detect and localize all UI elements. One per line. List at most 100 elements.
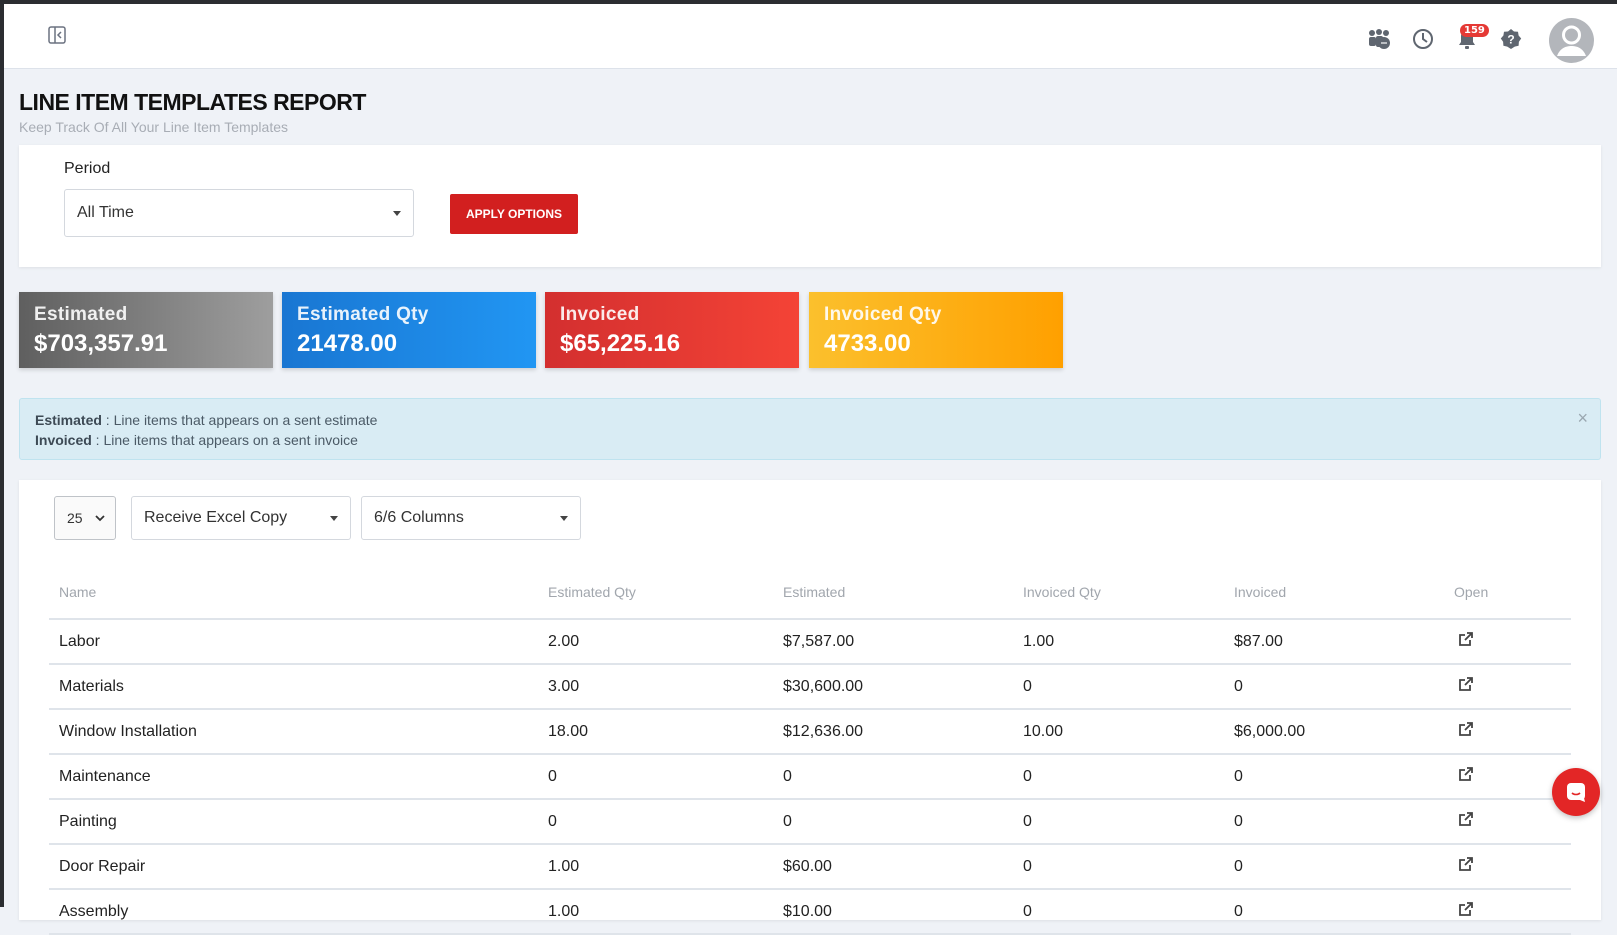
cell-estimated: 0 [783, 799, 1023, 845]
table-row: Window Installation 18.00 $12,636.00 10.00 $… [49, 709, 1571, 755]
apply-options-button[interactable]: APPLY OPTIONS [450, 194, 578, 234]
stat-value: $703,357.91 [34, 330, 168, 357]
cell-estimated-qty: 3.00 [548, 664, 783, 710]
cell-open [1454, 619, 1571, 665]
external-link-icon[interactable] [1458, 811, 1474, 832]
chat-launcher-button[interactable] [1552, 768, 1600, 816]
cell-invoiced: 0 [1234, 799, 1454, 845]
cell-name: Materials [49, 664, 548, 710]
caret-down-icon [393, 211, 401, 216]
page-size-value: 25 [67, 510, 83, 526]
clock-icon[interactable] [1410, 26, 1436, 52]
column-header-invoiced-qty[interactable]: Invoiced Qty [1023, 566, 1234, 620]
cell-estimated-qty: 2.00 [548, 619, 783, 665]
caret-down-icon [330, 516, 338, 521]
table-row: Assembly 1.00 $10.00 0 0 [49, 889, 1571, 935]
column-header-name[interactable]: Name [49, 566, 548, 620]
stat-label: Estimated Qty [297, 304, 429, 325]
excel-export-value: Receive Excel Copy [144, 509, 288, 526]
cell-invoiced: $87.00 [1234, 619, 1454, 665]
stat-card-estimated: Estimated $703,357.91 [19, 292, 273, 368]
stat-value: 21478.00 [297, 330, 398, 357]
excel-export-select[interactable]: Receive Excel Copy [131, 496, 351, 540]
external-link-icon[interactable] [1458, 676, 1474, 697]
info-term-invoiced: Invoiced [35, 432, 92, 448]
cell-estimated: $60.00 [783, 844, 1023, 890]
user-avatar[interactable] [1549, 18, 1594, 63]
column-header-invoiced[interactable]: Invoiced [1234, 566, 1454, 620]
window-left-border [0, 0, 4, 907]
stat-value: $65,225.16 [560, 330, 681, 357]
chevron-down-icon [95, 515, 105, 522]
caret-down-icon [560, 516, 568, 521]
stat-card-estimated-qty: Estimated Qty 21478.00 [282, 292, 536, 368]
info-term-estimated: Estimated [35, 412, 102, 428]
stat-value: 4733.00 [824, 330, 911, 357]
cell-estimated-qty: 0 [548, 754, 783, 800]
column-header-open: Open [1454, 566, 1571, 620]
page-subtitle: Keep Track Of All Your Line Item Templat… [19, 119, 289, 135]
stat-card-invoiced: Invoiced $65,225.16 [545, 292, 799, 368]
external-link-icon[interactable] [1458, 901, 1474, 922]
cell-invoiced: 0 [1234, 664, 1454, 710]
stat-label: Estimated [34, 304, 128, 325]
table-row: Door Repair 1.00 $60.00 0 0 [49, 844, 1571, 890]
cell-estimated: 0 [783, 754, 1023, 800]
info-text-estimated: : Line items that appears on a sent esti… [101, 412, 378, 428]
column-header-estimated-qty[interactable]: Estimated Qty [548, 566, 783, 620]
cell-open [1454, 799, 1571, 845]
cell-invoiced-qty: 0 [1023, 754, 1234, 800]
info-text-invoiced: : Line items that appears on a sent invo… [91, 432, 358, 448]
cell-open [1454, 889, 1571, 935]
cell-estimated: $12,636.00 [783, 709, 1023, 755]
cell-name: Window Installation [49, 709, 548, 755]
cell-name: Maintenance [49, 754, 548, 800]
columns-select[interactable]: 6/6 Columns [361, 496, 581, 540]
period-select-value: All Time [77, 204, 134, 221]
table-row: Maintenance 0 0 0 0 [49, 754, 1571, 800]
cell-open [1454, 844, 1571, 890]
cell-invoiced: 0 [1234, 754, 1454, 800]
stat-card-invoiced-qty: Invoiced Qty 4733.00 [809, 292, 1063, 368]
columns-value: 6/6 Columns [374, 509, 464, 526]
cell-invoiced-qty: 0 [1023, 844, 1234, 890]
team-chat-icon[interactable] [1366, 26, 1392, 52]
help-icon[interactable]: ? [1498, 26, 1524, 52]
cell-name: Labor [49, 619, 548, 665]
period-label: Period [64, 160, 111, 177]
cell-name: Door Repair [49, 844, 548, 890]
line-items-table: Name Estimated Qty Estimated Invoiced Qt… [49, 566, 1571, 935]
notification-count-badge: 159 [1460, 24, 1489, 37]
table-header-row: Name Estimated Qty Estimated Invoiced Qt… [49, 566, 1571, 620]
cell-estimated-qty: 1.00 [548, 844, 783, 890]
external-link-icon[interactable] [1458, 856, 1474, 877]
sidebar-toggle-icon[interactable] [44, 22, 70, 48]
cell-invoiced-qty: 0 [1023, 664, 1234, 710]
cell-open [1454, 664, 1571, 710]
external-link-icon[interactable] [1458, 766, 1474, 787]
page-size-select[interactable]: 25 [54, 496, 116, 540]
page-title: LINE ITEM TEMPLATES REPORT [19, 89, 366, 115]
cell-estimated: $30,600.00 [783, 664, 1023, 710]
period-select[interactable]: All Time [64, 189, 414, 237]
cell-estimated: $10.00 [783, 889, 1023, 935]
cell-name: Assembly [49, 889, 548, 935]
close-alert-icon[interactable]: × [1577, 408, 1588, 428]
cell-invoiced: 0 [1234, 844, 1454, 890]
cell-invoiced-qty: 1.00 [1023, 619, 1234, 665]
external-link-icon[interactable] [1458, 721, 1474, 742]
cell-invoiced-qty: 0 [1023, 799, 1234, 845]
cell-invoiced-qty: 10.00 [1023, 709, 1234, 755]
external-link-icon[interactable] [1458, 631, 1474, 652]
cell-name: Painting [49, 799, 548, 845]
cell-estimated-qty: 0 [548, 799, 783, 845]
cell-estimated: $7,587.00 [783, 619, 1023, 665]
cell-invoiced: $6,000.00 [1234, 709, 1454, 755]
chat-icon [1567, 783, 1585, 802]
column-header-estimated[interactable]: Estimated [783, 566, 1023, 620]
cell-invoiced-qty: 0 [1023, 889, 1234, 935]
stat-label: Invoiced Qty [824, 304, 942, 325]
svg-text:?: ? [1507, 33, 1514, 47]
cell-open [1454, 709, 1571, 755]
cell-estimated-qty: 1.00 [548, 889, 783, 935]
